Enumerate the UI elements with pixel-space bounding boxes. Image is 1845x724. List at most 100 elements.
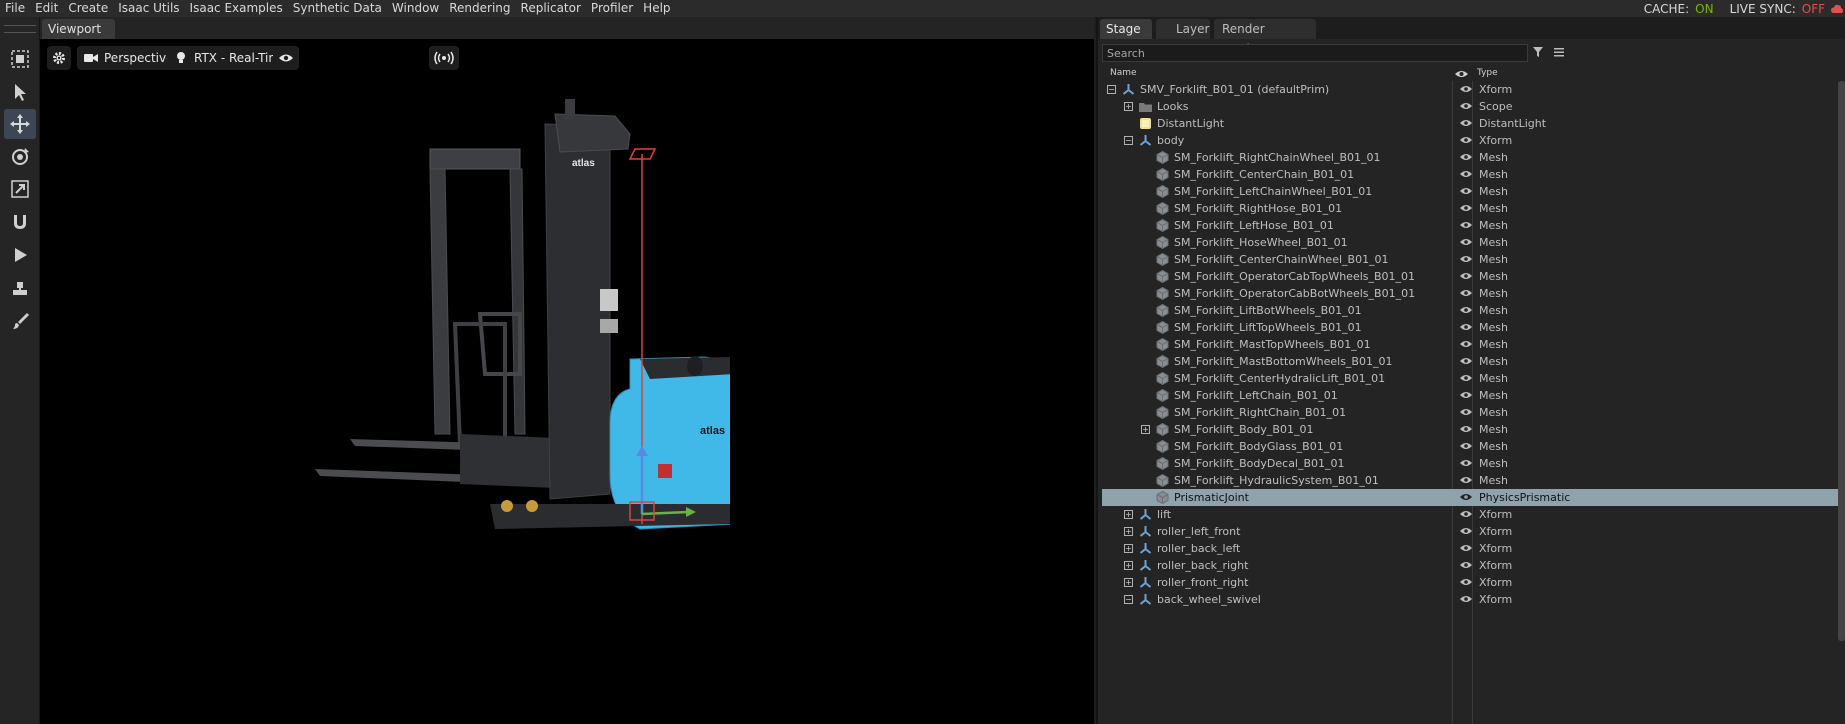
menu-isaac-utils[interactable]: Isaac Utils: [113, 0, 184, 17]
visibility-eye-icon[interactable]: [1460, 237, 1472, 247]
visibility-eye-icon[interactable]: [1460, 169, 1472, 179]
tree-row[interactable]: + roller_back_left Xform: [1102, 540, 1845, 557]
visibility-eye-icon[interactable]: [1460, 186, 1472, 196]
tree-row[interactable]: − back_wheel_swivel Xform: [1102, 591, 1845, 608]
tree-row[interactable]: SM_Forklift_LeftChainWheel_B01_01 Mesh: [1102, 183, 1845, 200]
tree-row[interactable]: SM_Forklift_CenterChain_B01_01 Mesh: [1102, 166, 1845, 183]
visibility-eye-icon[interactable]: [1460, 152, 1472, 162]
expand-icon[interactable]: +: [1124, 510, 1133, 519]
name-column-header[interactable]: Name: [1110, 68, 1137, 82]
visibility-eye-icon[interactable]: [1460, 135, 1472, 145]
snap-tool-button[interactable]: [4, 207, 36, 237]
tree-row[interactable]: SM_Forklift_BodyGlass_B01_01 Mesh: [1102, 438, 1845, 455]
tree-row[interactable]: SM_Forklift_HoseWheel_B01_01 Mesh: [1102, 234, 1845, 251]
tree-row[interactable]: SM_Forklift_CenterChainWheel_B01_01 Mesh: [1102, 251, 1845, 268]
visibility-eye-icon[interactable]: [1460, 577, 1472, 587]
tree-row[interactable]: SM_Forklift_LeftHose_B01_01 Mesh: [1102, 217, 1845, 234]
collapse-icon[interactable]: −: [1107, 85, 1116, 94]
visibility-eye-icon[interactable]: [1460, 407, 1472, 417]
play-button[interactable]: [4, 240, 36, 270]
type-column-header[interactable]: Type: [1477, 68, 1498, 82]
visibility-eye-icon[interactable]: [1460, 441, 1472, 451]
tree-row[interactable]: SM_Forklift_MastTopWheels_B01_01 Mesh: [1102, 336, 1845, 353]
scale-tool-button[interactable]: [4, 174, 36, 204]
tab-render-settings[interactable]: Render Settings: [1214, 19, 1316, 56]
visibility-eye-icon[interactable]: [1460, 390, 1472, 400]
move-tool-button[interactable]: [4, 109, 36, 139]
menu-synthetic-data[interactable]: Synthetic Data: [288, 0, 387, 17]
menu-isaac-examples[interactable]: Isaac Examples: [185, 0, 288, 17]
visibility-button[interactable]: [273, 46, 299, 70]
menu-file[interactable]: File: [0, 0, 30, 17]
visibility-eye-icon[interactable]: [1460, 475, 1472, 485]
visibility-eye-icon[interactable]: [1460, 373, 1472, 383]
visibility-eye-icon[interactable]: [1460, 424, 1472, 434]
visibility-eye-icon[interactable]: [1460, 101, 1472, 111]
tree-row[interactable]: SM_Forklift_HydraulicSystem_B01_01 Mesh: [1102, 472, 1845, 489]
tree-row[interactable]: SM_Forklift_RightChain_B01_01 Mesh: [1102, 404, 1845, 421]
tree-row[interactable]: SM_Forklift_CenterHydralicLift_B01_01 Mes…: [1102, 370, 1845, 387]
tree-row[interactable]: SM_Forklift_MastBottomWheels_B01_01 Mesh: [1102, 353, 1845, 370]
viewport[interactable]: Perspective RTX - Real-Time atlas atlas: [40, 39, 1094, 724]
visibility-eye-icon[interactable]: [1460, 305, 1472, 315]
tree-row[interactable]: PrismaticJoint PhysicsPrismatic: [1102, 489, 1845, 506]
visibility-eye-icon[interactable]: [1460, 560, 1472, 570]
tree-row[interactable]: SM_Forklift_LeftChain_B01_01 Mesh: [1102, 387, 1845, 404]
visibility-eye-icon[interactable]: [1460, 594, 1472, 604]
tree-row[interactable]: SM_Forklift_RightChainWheel_B01_01 Mesh: [1102, 149, 1845, 166]
tree-row[interactable]: DistantLight DistantLight: [1102, 115, 1845, 132]
tree-row[interactable]: − body Xform: [1102, 132, 1845, 149]
visibility-eye-icon[interactable]: [1460, 118, 1472, 128]
menu-rendering[interactable]: Rendering: [444, 0, 515, 17]
expand-icon[interactable]: +: [1141, 425, 1150, 434]
tree-row[interactable]: SM_Forklift_LiftTopWheels_B01_01 Mesh: [1102, 319, 1845, 336]
forklift-model[interactable]: atlas atlas: [310, 74, 730, 544]
expand-icon[interactable]: +: [1124, 527, 1133, 536]
expand-icon[interactable]: +: [1124, 561, 1133, 570]
collapse-icon[interactable]: −: [1124, 595, 1133, 604]
paint-tool-button[interactable]: [4, 306, 36, 336]
rotate-tool-button[interactable]: [4, 142, 36, 172]
menu-create[interactable]: Create: [63, 0, 113, 17]
visibility-eye-icon[interactable]: [1460, 526, 1472, 536]
menu-profiler[interactable]: Profiler: [586, 0, 638, 17]
expand-icon[interactable]: +: [1124, 544, 1133, 553]
cache-status[interactable]: ON: [1695, 2, 1713, 16]
visibility-column-eye-icon[interactable]: [1455, 69, 1468, 79]
toolbar-grip[interactable]: [4, 25, 36, 33]
visibility-eye-icon[interactable]: [1460, 288, 1472, 298]
physics-tool-button[interactable]: [4, 274, 36, 304]
options-menu-icon[interactable]: [1553, 46, 1565, 58]
select-tool-button[interactable]: [4, 77, 36, 107]
tree-row[interactable]: + roller_back_right Xform: [1102, 557, 1845, 574]
tree-row[interactable]: + SM_Forklift_Body_B01_01 Mesh: [1102, 421, 1845, 438]
tree-row[interactable]: SM_Forklift_RightHose_B01_01 Mesh: [1102, 200, 1845, 217]
tree-row[interactable]: + roller_front_right Xform: [1102, 574, 1845, 591]
visibility-eye-icon[interactable]: [1460, 458, 1472, 468]
visibility-eye-icon[interactable]: [1460, 322, 1472, 332]
visibility-eye-icon[interactable]: [1460, 220, 1472, 230]
live-stream-button[interactable]: [429, 46, 459, 70]
tree-row[interactable]: SM_Forklift_OperatorCabTopWheels_B01_01 M…: [1102, 268, 1845, 285]
cloud-icon[interactable]: [1831, 4, 1843, 14]
menu-edit[interactable]: Edit: [30, 0, 63, 17]
menu-replicator[interactable]: Replicator: [516, 0, 586, 17]
filter-icon[interactable]: [1532, 46, 1544, 58]
visibility-eye-icon[interactable]: [1460, 509, 1472, 519]
tree-row[interactable]: − SMV_Forklift_B01_01 (defaultPrim) Xform: [1102, 81, 1845, 98]
tree-scrollbar[interactable]: [1838, 81, 1845, 641]
visibility-eye-icon[interactable]: [1460, 543, 1472, 553]
camera-button[interactable]: Perspective: [77, 46, 181, 70]
menu-window[interactable]: Window: [387, 0, 444, 17]
tree-row[interactable]: SM_Forklift_LiftBotWheels_B01_01 Mesh: [1102, 302, 1845, 319]
tree-row[interactable]: + lift Xform: [1102, 506, 1845, 523]
visibility-eye-icon[interactable]: [1460, 203, 1472, 213]
visibility-eye-icon[interactable]: [1460, 84, 1472, 94]
viewport-settings-button[interactable]: [47, 46, 71, 70]
tree-row[interactable]: + roller_left_front Xform: [1102, 523, 1845, 540]
tree-row[interactable]: SM_Forklift_BodyDecal_B01_01 Mesh: [1102, 455, 1845, 472]
visibility-eye-icon[interactable]: [1460, 339, 1472, 349]
visibility-eye-icon[interactable]: [1460, 254, 1472, 264]
expand-icon[interactable]: +: [1124, 578, 1133, 587]
select-mode-button[interactable]: [4, 44, 36, 74]
